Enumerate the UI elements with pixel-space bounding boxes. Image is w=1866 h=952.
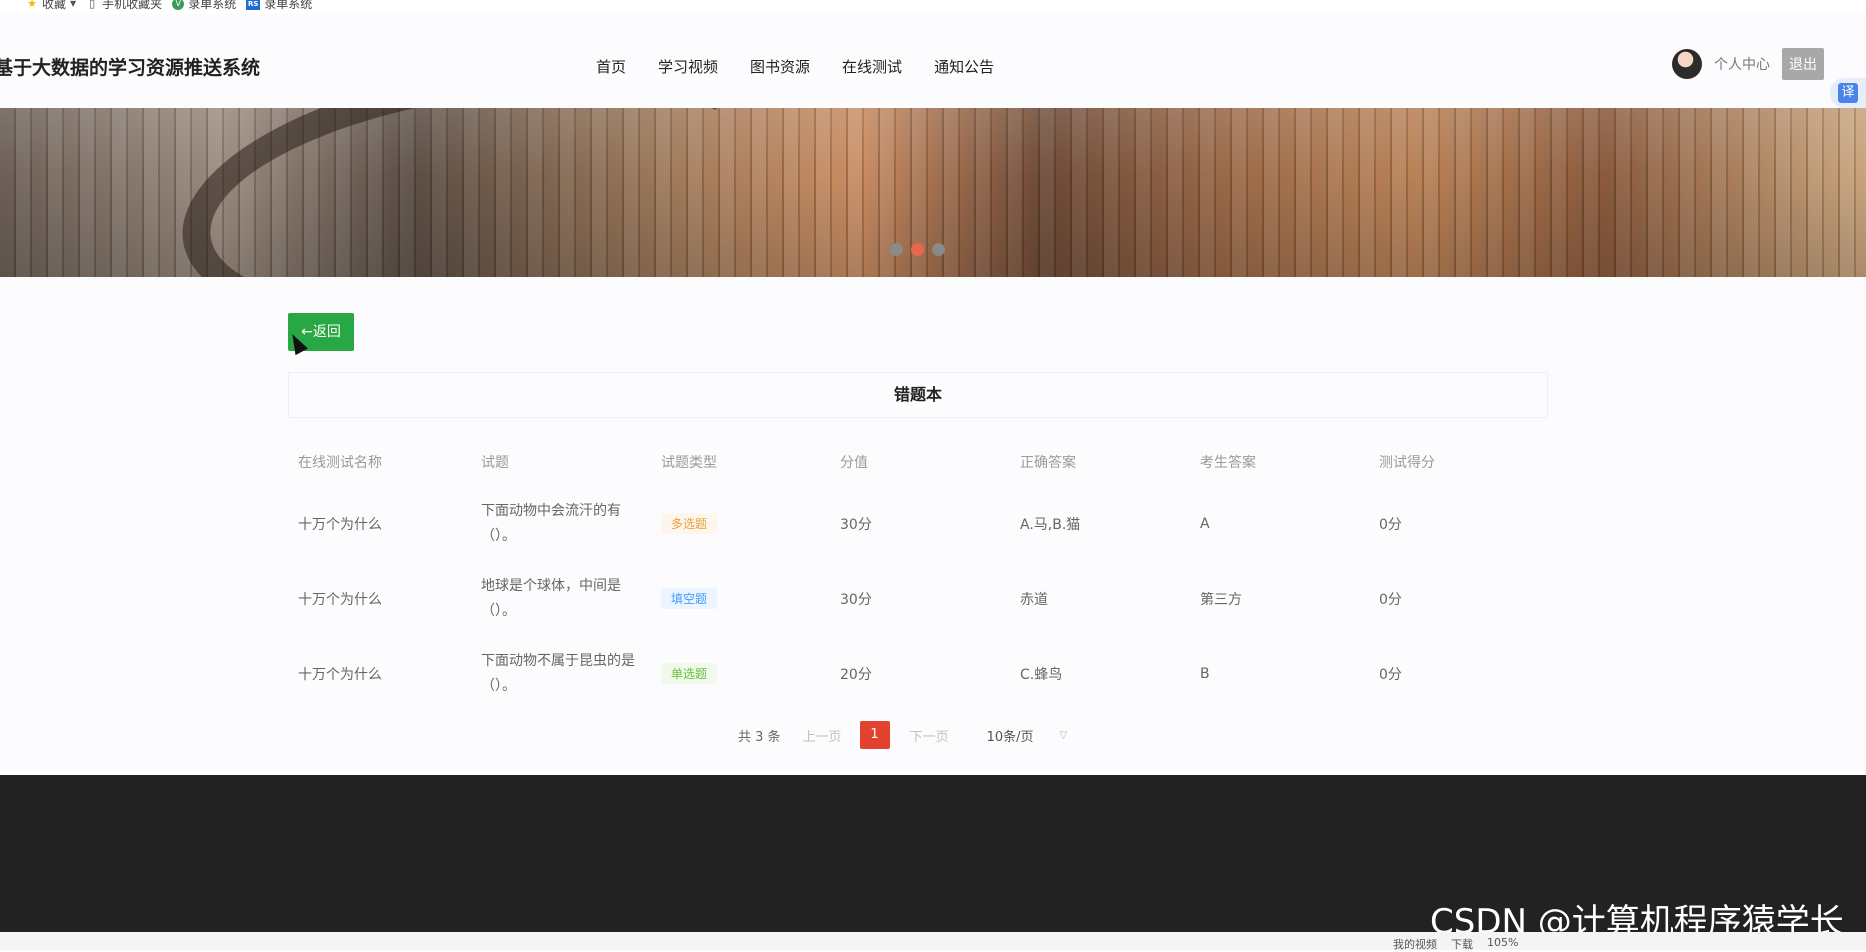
cell-student-answer: A	[1200, 515, 1210, 532]
page-size-value: 10条/页	[986, 729, 1034, 745]
cell-correct-answer: A.马,B.猫	[1020, 516, 1081, 533]
cell-question: 地球是个球体，中间是（）。	[481, 577, 621, 619]
site-title: 基于大数据的学习资源推送系统	[0, 57, 261, 79]
page-size-select[interactable]: 10条/页 ▽	[987, 726, 1068, 745]
col-question: 试题	[481, 455, 509, 471]
cell-type: 多选题	[651, 513, 830, 534]
v-icon: V	[172, 0, 185, 10]
bookmark-favorites[interactable]: ★ 收藏 ▼	[26, 0, 76, 10]
table-row: 十万个为什么 下面动物不属于昆虫的是（）。 单选题 20分 C.蜂鸟 B 0分	[288, 636, 1548, 711]
cell-type: 填空题	[651, 588, 830, 609]
translate-icon: 译	[1838, 83, 1858, 103]
table-row: 十万个为什么 下面动物中会流汗的有（）。 多选题 30分 A.马,B.猫 A 0…	[288, 486, 1548, 561]
nav-notices[interactable]: 通知公告	[918, 56, 1010, 77]
page-number-current[interactable]: 1	[859, 721, 890, 749]
col-test-name: 在线测试名称	[298, 455, 382, 471]
rs-icon: RS	[246, 0, 261, 10]
cell-question: 下面动物中会流汗的有（）。	[481, 502, 621, 544]
user-center-link[interactable]: 个人中心	[1714, 54, 1770, 74]
cell-student-answer: B	[1200, 665, 1210, 682]
cell-test-name: 十万个为什么	[298, 666, 382, 683]
bookmark-label: 录单系统	[188, 0, 237, 11]
table-row: 十万个为什么 地球是个球体，中间是（）。 填空题 30分 赤道 第三方 0分	[288, 561, 1548, 636]
prev-page-button[interactable]: 上一页	[803, 726, 842, 745]
bookmark-label: 收藏	[42, 0, 67, 11]
carousel-indicators	[890, 243, 945, 256]
page-title: 错题本	[288, 372, 1548, 418]
nav-home[interactable]: 首页	[580, 56, 642, 77]
bookmark-system-2[interactable]: RS 录单系统	[246, 0, 312, 10]
cell-type: 单选题	[651, 663, 830, 684]
phone-icon: ▯	[89, 0, 96, 10]
cell-question: 下面动物不属于昆虫的是（）。	[481, 652, 635, 694]
col-student-answer: 考生答案	[1200, 455, 1256, 471]
col-type: 试题类型	[661, 455, 717, 471]
type-badge: 单选题	[661, 663, 718, 684]
nav-books[interactable]: 图书资源	[734, 56, 826, 77]
bookmark-system-1[interactable]: V 录单系统	[172, 0, 236, 10]
user-area: 个人中心 退出	[1672, 48, 1824, 80]
chevron-down-icon: ▽	[1059, 729, 1068, 741]
cell-score: 20分	[840, 666, 872, 683]
type-badge: 填空题	[661, 588, 718, 609]
bookmark-label: 手机收藏夹	[102, 0, 163, 11]
pagination-total: 共 3 条	[738, 729, 781, 745]
carousel-dot-active[interactable]	[911, 243, 924, 256]
bookmark-label: 录单系统	[264, 0, 313, 11]
col-got-score: 测试得分	[1379, 455, 1435, 471]
nav-videos[interactable]: 学习视频	[642, 56, 734, 77]
logout-button[interactable]: 退出	[1782, 48, 1824, 80]
cell-score: 30分	[840, 516, 872, 533]
next-page-button[interactable]: 下一页	[910, 726, 949, 745]
wrong-answers-table: 在线测试名称 试题 试题类型 分值 正确答案 考生答案 测试得分 十万个为什么 …	[288, 438, 1548, 711]
cell-student-answer: 第三方	[1200, 591, 1242, 608]
carousel-dot[interactable]	[932, 243, 945, 256]
type-badge: 多选题	[661, 513, 718, 534]
bookmark-mobile[interactable]: ▯ 手机收藏夹	[86, 0, 162, 10]
cell-test-name: 十万个为什么	[298, 591, 382, 608]
cell-got-score: 0分	[1379, 666, 1402, 683]
col-score: 分值	[840, 455, 868, 471]
carousel-dot[interactable]	[890, 243, 903, 256]
cell-got-score: 0分	[1379, 591, 1402, 608]
cell-score: 30分	[840, 591, 872, 608]
nav-online-test[interactable]: 在线测试	[826, 56, 918, 77]
main-nav: 首页 学习视频 图书资源 在线测试 通知公告	[580, 56, 1010, 77]
col-correct-answer: 正确答案	[1020, 455, 1076, 471]
table-header: 在线测试名称 试题 试题类型 分值 正确答案 考生答案 测试得分	[288, 438, 1548, 486]
avatar[interactable]	[1672, 49, 1702, 79]
cell-correct-answer: 赤道	[1020, 591, 1048, 608]
pagination: 共 3 条 上一页 1 下一页 10条/页 ▽	[738, 721, 1067, 749]
bookmarks-bar: ★ 收藏 ▼ ▯ 手机收藏夹 V 录单系统 RS 录单系统	[0, 0, 1866, 14]
banner-carousel	[0, 108, 1866, 277]
star-icon: ★	[27, 0, 37, 10]
translate-widget[interactable]: 译	[1830, 78, 1866, 108]
cell-test-name: 十万个为什么	[298, 516, 382, 533]
chevron-down-icon[interactable]: ▼	[70, 0, 76, 10]
cell-got-score: 0分	[1379, 516, 1402, 533]
cell-correct-answer: C.蜂鸟	[1020, 666, 1063, 683]
browser-status-bar: 我的视频 下载 105%	[0, 932, 1866, 951]
site-header: 基于大数据的学习资源推送系统 首页 学习视频 图书资源 在线测试 通知公告 个人…	[0, 22, 1866, 108]
